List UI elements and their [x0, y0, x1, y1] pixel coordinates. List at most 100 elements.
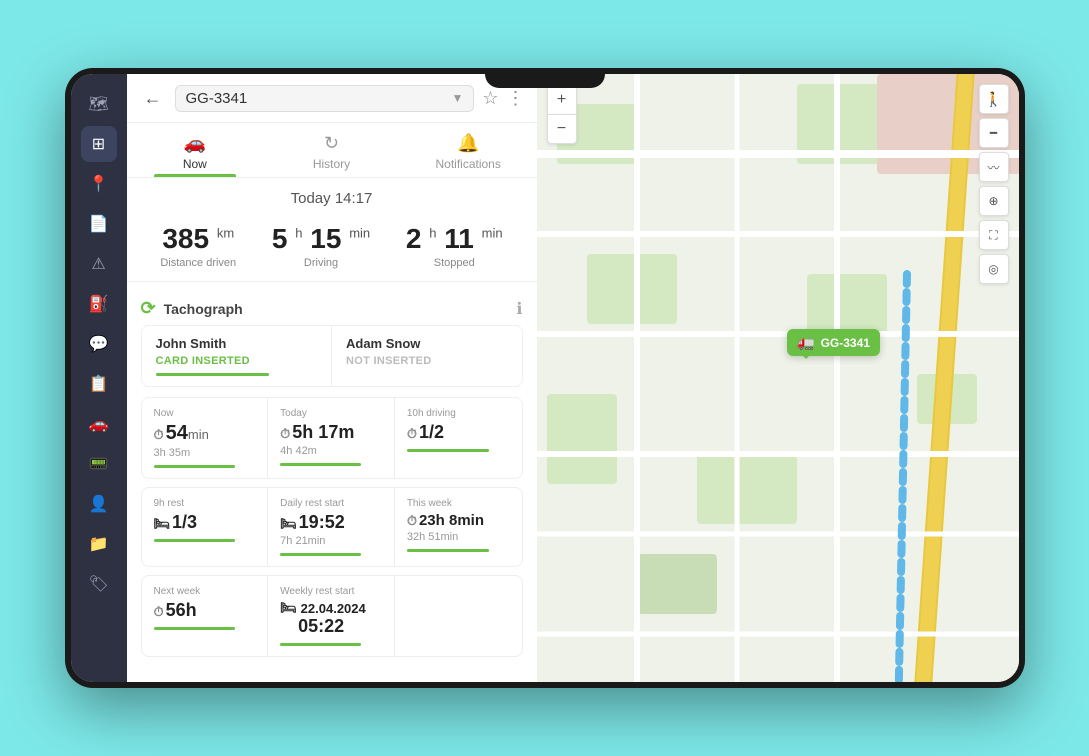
sidebar-item-tags[interactable]: 🏷 [81, 566, 117, 602]
driver-1-status: CARD INSERTED [156, 355, 318, 367]
tacho-cell-daily-rest: Daily rest start 🛏 19:52 7h 21min [268, 488, 395, 566]
tab-notifications-label: Notifications [435, 157, 500, 171]
now-value: 54min [166, 422, 209, 445]
sidebar-item-users[interactable]: 👤 [81, 486, 117, 522]
tacho-data-grid-2: 9h rest 🛏 1/3 Daily rest start 🛏 [141, 487, 523, 567]
map-area: 🚛 GG-3341 + − 🚶 ━ 〰 ⊕ ⛶ ◎ [537, 74, 1019, 682]
tab-now[interactable]: 🚗 Now [127, 123, 264, 177]
panel-header: ← GG-3341 ▼ ☆ ⋮ [127, 74, 537, 123]
weekly-rest-bed-icon: 🛏 [280, 600, 297, 616]
stat-stopped-label: Stopped [406, 257, 503, 269]
tacho-cell-next-week: Next week ⏱ 56h [142, 576, 269, 656]
tab-bar: 🚗 Now ↻ History 🔔 Notifications [127, 123, 537, 178]
tab-now-label: Now [183, 157, 207, 171]
person-view-button[interactable]: 🚶 [979, 84, 1009, 114]
stat-distance-unit: km [217, 226, 234, 241]
tacho-cell-now: Now ⏱ 54min 3h 35m [142, 398, 269, 478]
weekly-rest-bar [280, 643, 361, 646]
driver-cards: John Smith CARD INSERTED Adam Snow Not i… [141, 325, 523, 387]
tab-history-label: History [313, 157, 350, 171]
tacho-data-grid-1: Now ⏱ 54min 3h 35m Today [141, 397, 523, 479]
next-week-value: 56h [166, 600, 197, 621]
tab-history[interactable]: ↻ History [263, 123, 400, 177]
rest-value: 1/3 [172, 512, 197, 533]
favorite-icon[interactable]: ☆ [482, 88, 498, 109]
tacho-cell-10h: 10h driving ⏱ 1/2 [395, 398, 522, 478]
sidebar-item-vehicles[interactable]: 🚗 [81, 406, 117, 442]
ruler-button[interactable]: ━ [979, 118, 1009, 148]
today-sub: 4h 42m [280, 445, 382, 457]
sidebar-item-documents[interactable]: 📁 [81, 526, 117, 562]
zoom-controls: + − [547, 84, 577, 144]
weekly-rest-date: 22.04.2024 [301, 601, 366, 616]
map-controls: + − [547, 84, 577, 144]
device-screen: 🗺 ⊞ 📍 📄 ⚠ ⛽ 💬 📋 🚗 📟 👤 📁 🏷 ← GG-3341 ▼ [71, 74, 1019, 682]
driver-card-1: John Smith CARD INSERTED [142, 326, 333, 386]
locate-button[interactable]: ◎ [979, 254, 1009, 284]
today-icon: ⏱ [280, 426, 290, 442]
driver-card-2: Adam Snow Not inserted [332, 326, 522, 386]
tacho-data-grid-3: Next week ⏱ 56h Weekly rest start [141, 575, 523, 657]
tab-notifications[interactable]: 🔔 Notifications [400, 123, 537, 177]
driver-1-bar [156, 373, 269, 376]
today-value: 5h 17m [292, 422, 354, 443]
driver-1-name: John Smith [156, 336, 318, 351]
map-background: 🚛 GG-3341 + − 🚶 ━ 〰 ⊕ ⛶ ◎ [537, 74, 1019, 682]
daily-rest-value: 19:52 [299, 512, 345, 533]
sidebar-item-reports[interactable]: 📄 [81, 206, 117, 242]
week-sub: 32h 51min [407, 531, 510, 543]
sidebar: 🗺 ⊞ 📍 📄 ⚠ ⛽ 💬 📋 🚗 📟 👤 📁 🏷 [71, 74, 127, 682]
more-options-icon[interactable]: ⋮ [507, 88, 525, 109]
stat-distance-label: Distance driven [160, 257, 236, 269]
info-icon[interactable]: ℹ [516, 299, 522, 319]
stat-driving: 5 h 15 min Driving [272, 223, 370, 269]
sidebar-item-messages[interactable]: 💬 [81, 326, 117, 362]
sidebar-item-alerts[interactable]: ⚠ [81, 246, 117, 282]
sidebar-item-fuel[interactable]: ⛽ [81, 286, 117, 322]
bell-icon: 🔔 [457, 133, 479, 154]
car-icon: 🚗 [184, 133, 206, 154]
device-notch [485, 68, 605, 88]
tachograph-header: ⟳ Tachograph ℹ [141, 292, 523, 325]
tachograph-section: ⟳ Tachograph ℹ John Smith CARD INSERTED [141, 292, 523, 657]
week-value: 23h 8min [419, 512, 484, 529]
tacho-cell-today: Today ⏱ 5h 17m 4h 42m [268, 398, 395, 478]
driver-2-name: Adam Snow [346, 336, 508, 351]
today-bar [280, 463, 361, 466]
map-roads [537, 74, 1019, 682]
chevron-down-icon: ▼ [451, 91, 463, 105]
rest-bar [154, 539, 235, 542]
tacho-cell-9h-rest: 9h rest 🛏 1/3 [142, 488, 269, 566]
zoom-in-button[interactable]: + [547, 84, 577, 114]
device: 🗺 ⊞ 📍 📄 ⚠ ⛽ 💬 📋 🚗 📟 👤 📁 🏷 ← GG-3341 ▼ [65, 68, 1025, 688]
stat-stopped-value: 2 h 11 min [406, 223, 503, 255]
bed-icon: 🛏 [154, 516, 171, 532]
sidebar-item-dashboard[interactable]: ⊞ [81, 126, 117, 162]
route-button[interactable]: 〰 [979, 152, 1009, 182]
map-right-controls: 🚶 ━ 〰 ⊕ ⛶ ◎ [979, 84, 1009, 284]
tacho-cell-this-week: This week ⏱ 23h 8min 32h 51min [395, 488, 522, 566]
back-button[interactable]: ← [139, 84, 167, 112]
sidebar-item-orders[interactable]: 📋 [81, 366, 117, 402]
vehicle-marker: 🚛 GG-3341 [787, 329, 880, 356]
zoom-out-button[interactable]: − [547, 114, 577, 144]
panel-content: Today 14:17 385 km Distance driven 5 h 1… [127, 178, 537, 682]
now-sub: 3h 35m [154, 447, 256, 459]
next-week-icon: ⏱ [154, 604, 164, 620]
fullscreen-button[interactable]: ⛶ [979, 220, 1009, 250]
tachograph-title: ⟳ Tachograph [141, 298, 243, 319]
truck-icon: 🚛 [797, 334, 814, 351]
now-icon: ⏱ [154, 427, 164, 443]
sidebar-item-map[interactable]: 🗺 [81, 86, 117, 122]
tacho-icon: ⟳ [141, 298, 156, 319]
sidebar-item-devices[interactable]: 📟 [81, 446, 117, 482]
tacho-cell-empty [395, 576, 522, 656]
vehicle-selector[interactable]: GG-3341 ▼ [175, 85, 475, 112]
now-bar [154, 465, 235, 468]
10h-value: 1/2 [419, 422, 444, 443]
sidebar-item-location[interactable]: 📍 [81, 166, 117, 202]
date-header: Today 14:17 [127, 178, 537, 219]
week-bar [407, 549, 489, 552]
cluster-button[interactable]: ⊕ [979, 186, 1009, 216]
daily-rest-bed-icon: 🛏 [280, 516, 297, 532]
